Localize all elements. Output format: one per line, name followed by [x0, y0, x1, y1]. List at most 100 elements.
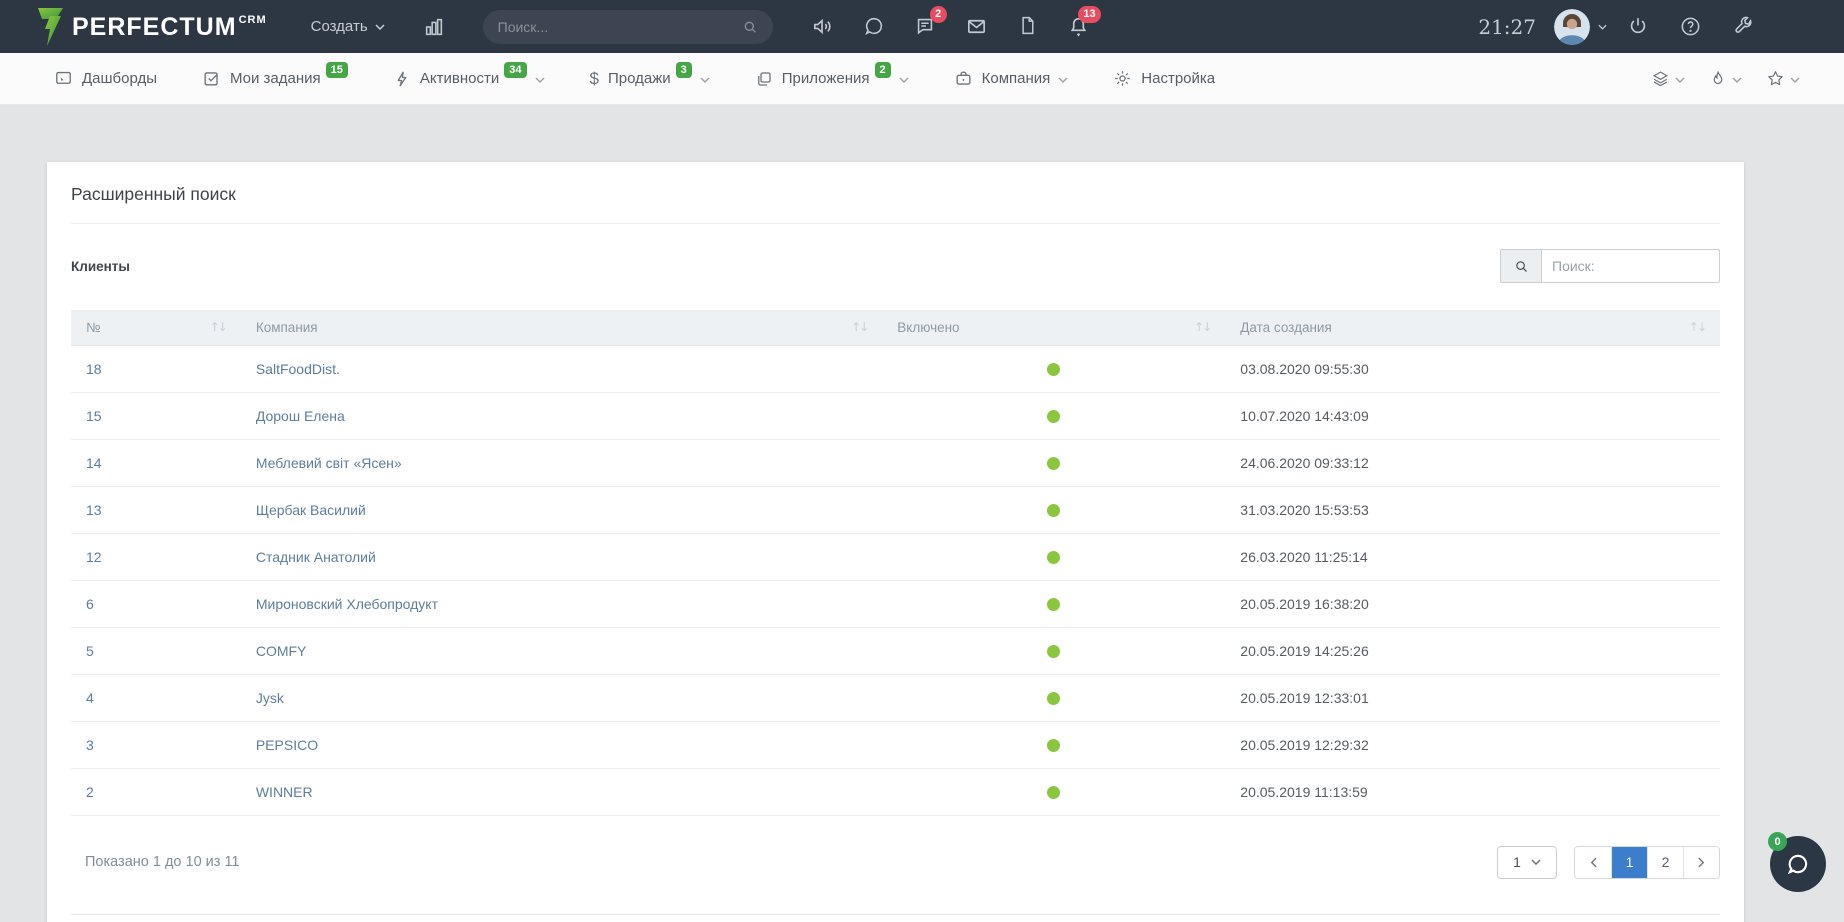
nav-item-label: Мои задания [230, 70, 321, 87]
clock: 21:27 [1478, 14, 1536, 39]
client-id-link[interactable]: 13 [86, 502, 102, 518]
sort-icon[interactable]: ↑↓ [1194, 320, 1212, 334]
sort-icon[interactable]: ↑↓ [1689, 320, 1707, 334]
page-size-select[interactable]: 1 [1497, 845, 1557, 879]
client-company-link[interactable]: Меблевий світ «Ясен» [256, 455, 402, 471]
topbar-right-icons [1627, 15, 1754, 38]
client-id-link[interactable]: 2 [86, 784, 94, 800]
nav-item-label: Приложения [781, 70, 870, 87]
avatar [1554, 8, 1590, 45]
client-company-link[interactable]: PEPSICO [256, 737, 318, 753]
help-icon[interactable] [1679, 15, 1702, 38]
enabled-indicator [1047, 786, 1061, 800]
divider [71, 913, 1720, 915]
client-company-link[interactable]: Дорош Елена [256, 408, 345, 424]
page-button-2[interactable]: 2 [1647, 846, 1683, 878]
table-search-input[interactable] [1541, 249, 1720, 283]
document-icon[interactable] [1017, 15, 1038, 38]
created-date: 03.08.2020 09:55:30 [1225, 345, 1720, 393]
create-button[interactable]: Создать [311, 18, 385, 35]
nav-item-sales[interactable]: $ Продажи 3 [590, 61, 710, 89]
client-id-link[interactable]: 12 [86, 549, 102, 565]
lightning-icon [393, 70, 411, 88]
layers-menu[interactable] [1651, 69, 1685, 88]
bell-icon[interactable]: 13 [1067, 6, 1101, 38]
table-row: 12 Стадник Анатолий 26.03.2020 11:25:14 [71, 533, 1720, 581]
nav-item-settings[interactable]: Настройка [1113, 69, 1215, 88]
nav-item-company[interactable]: Компания [954, 69, 1069, 88]
table-row: 3 PEPSICO 20.05.2019 12:29:32 [71, 721, 1720, 769]
client-company-link[interactable]: COMFY [256, 643, 307, 659]
enabled-indicator [1047, 504, 1061, 518]
chevron-down-icon [1675, 77, 1685, 83]
chat-widget-button[interactable]: 0 [1768, 832, 1826, 892]
brand-logo[interactable]: PERFECTUM CRM [36, 7, 267, 47]
chevron-down-icon [1531, 859, 1541, 865]
chat-widget-badge: 0 [1768, 832, 1787, 851]
client-id-link[interactable]: 6 [86, 596, 94, 612]
brand-name: PERFECTUM [72, 12, 237, 41]
enabled-indicator [1047, 645, 1061, 659]
sort-icon[interactable]: ↑↓ [210, 320, 228, 334]
client-company-link[interactable]: Jysk [256, 690, 284, 706]
client-id-link[interactable]: 14 [86, 455, 102, 471]
client-id-link[interactable]: 3 [86, 737, 94, 753]
page-button-1[interactable]: 1 [1611, 846, 1647, 878]
client-company-link[interactable]: Стадник Анатолий [256, 549, 376, 565]
enabled-indicator [1047, 598, 1061, 612]
chevron-down-icon [1058, 77, 1068, 83]
chevron-down-icon [1598, 24, 1607, 30]
power-icon[interactable] [1627, 15, 1649, 38]
wrench-icon[interactable] [1732, 15, 1754, 38]
mail-icon[interactable] [965, 15, 988, 38]
enabled-indicator [1047, 692, 1061, 706]
sound-icon[interactable] [811, 15, 834, 38]
enabled-indicator [1047, 551, 1061, 565]
next-page-button[interactable] [1683, 846, 1719, 878]
created-date: 20.05.2019 12:33:01 [1225, 674, 1720, 722]
nav-item-my-tasks[interactable]: Мои задания 15 [202, 61, 348, 88]
global-search [482, 9, 773, 44]
messenger-icon[interactable] [863, 15, 885, 38]
favorites-menu[interactable] [1766, 69, 1800, 88]
global-search-input[interactable] [497, 18, 742, 35]
client-id-link[interactable]: 15 [86, 408, 102, 424]
user-menu[interactable] [1554, 8, 1607, 45]
tasks-badge: 15 [325, 61, 348, 78]
nav-item-dashboards[interactable]: Дашборды [54, 69, 157, 88]
nav-item-apps[interactable]: Приложения 2 [755, 61, 909, 88]
bar-chart-icon[interactable] [423, 16, 445, 38]
search-icon[interactable] [742, 19, 758, 35]
sort-icon[interactable]: ↑↓ [851, 320, 869, 334]
table-row: 2 WINNER 20.05.2019 11:13:59 [71, 768, 1720, 816]
chat-icon[interactable]: 2 [914, 6, 947, 38]
column-header-created[interactable]: Дата создания ↑↓ [1225, 310, 1720, 346]
page-title: Расширенный поиск [71, 184, 236, 204]
client-id-link[interactable]: 5 [86, 643, 94, 659]
enabled-indicator [1047, 457, 1061, 471]
flame-menu[interactable] [1709, 69, 1742, 88]
content-card: Расширенный поиск Клиенты №↑↓ Компания↑↓… [47, 162, 1744, 922]
column-header-enabled[interactable]: Включено ↑↓ [882, 310, 1226, 346]
nav-item-activities[interactable]: Активности 34 [393, 61, 545, 88]
chevron-down-icon [375, 23, 385, 30]
clients-table: № ↑↓ Компания ↑↓ Включено ↑↓ Дата создания ↑… [71, 310, 1720, 816]
navbar-right-icons [1651, 69, 1800, 88]
table-row: 18 SaltFoodDist. 03.08.2020 09:55:30 [71, 345, 1720, 393]
nav-item-label: Продажи [607, 70, 671, 87]
column-header-company[interactable]: Компания ↑↓ [240, 310, 883, 346]
client-company-link[interactable]: Мироновский Хлебопродукт [256, 596, 438, 612]
prev-page-button[interactable] [1575, 846, 1611, 878]
client-id-link[interactable]: 18 [86, 361, 102, 377]
column-header-id[interactable]: № ↑↓ [71, 310, 241, 346]
showing-info: Показано 1 до 10 из 11 [85, 854, 240, 870]
chat-bubble-icon [1787, 854, 1808, 875]
enabled-indicator [1047, 363, 1061, 377]
client-company-link[interactable]: WINNER [256, 784, 313, 800]
sales-badge: 3 [675, 61, 692, 78]
client-id-link[interactable]: 4 [86, 690, 94, 706]
topbar: PERFECTUM CRM Создать 2 13 [0, 0, 1844, 53]
chevron-right-icon [1698, 857, 1705, 867]
client-company-link[interactable]: Щербак Василий [256, 502, 366, 518]
client-company-link[interactable]: SaltFoodDist. [256, 361, 340, 377]
